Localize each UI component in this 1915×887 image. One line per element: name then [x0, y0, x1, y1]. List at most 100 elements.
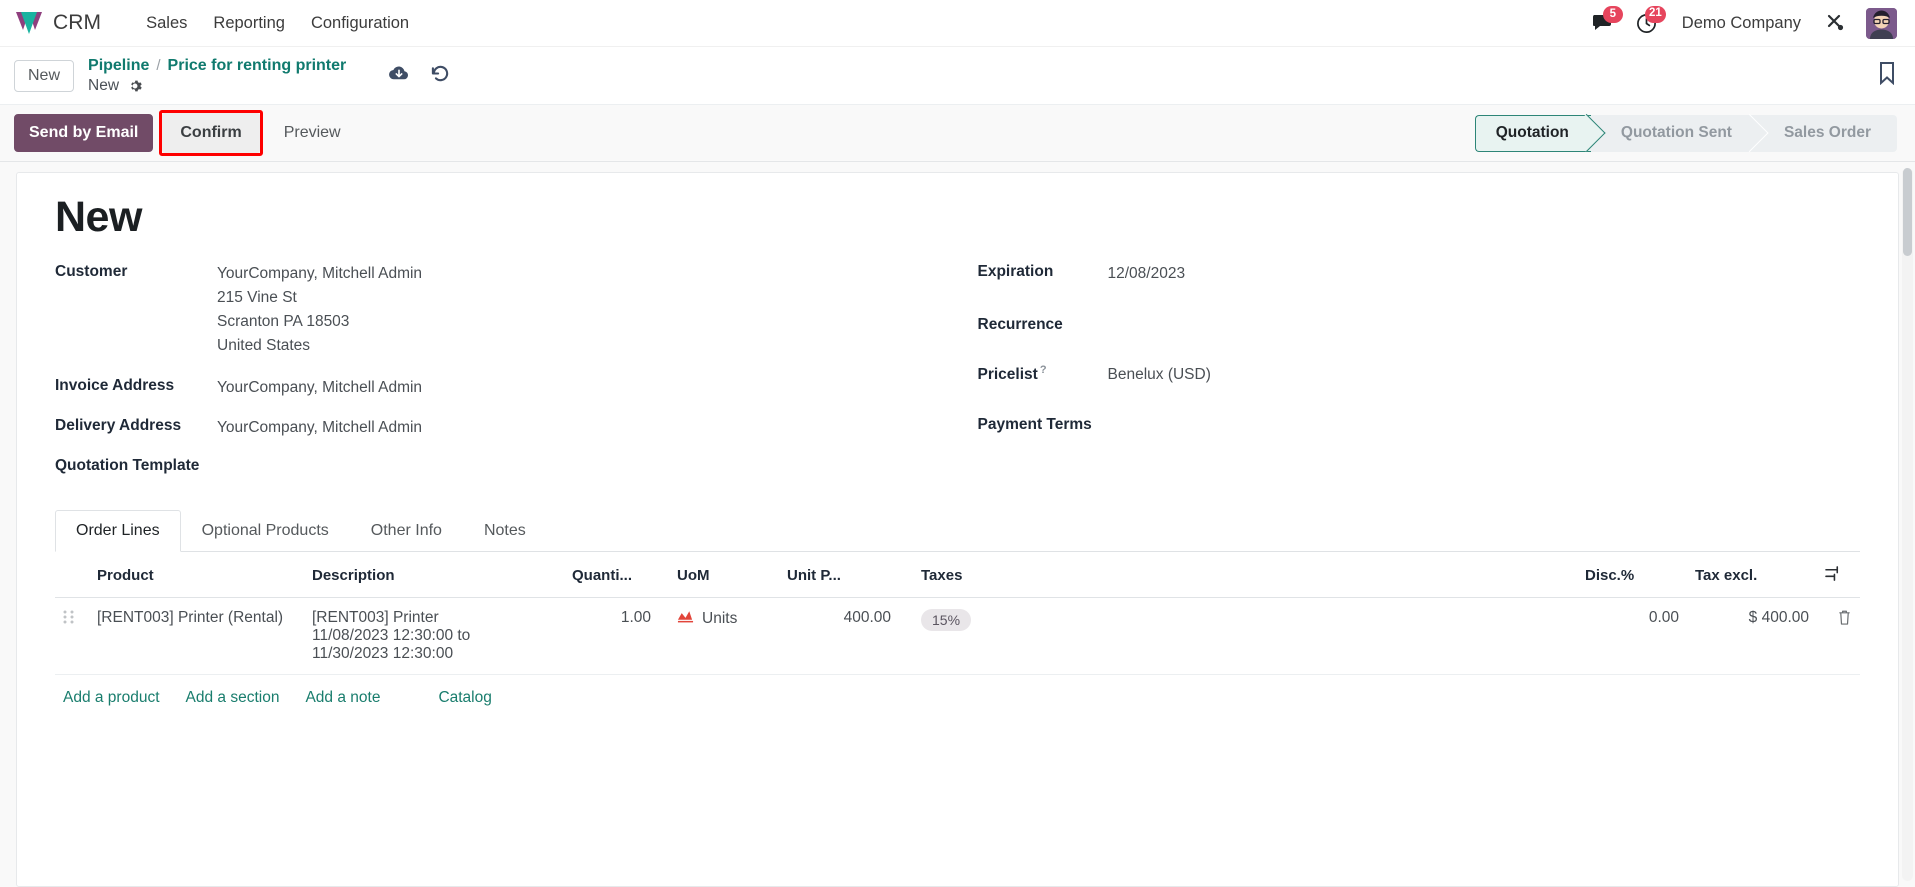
send-by-email-button[interactable]: Send by Email: [14, 114, 154, 152]
field-value-invoice-address[interactable]: YourCompany, Mitchell Admin: [217, 376, 422, 400]
description-line-2: 11/08/2023 12:30:00 to: [312, 627, 471, 645]
tab-other-info[interactable]: Other Info: [350, 510, 463, 552]
record-actions: [388, 64, 451, 88]
column-discount[interactable]: Disc.%: [1577, 552, 1687, 599]
field-customer: Customer YourCompany, Mitchell Admin 215…: [55, 262, 958, 358]
pricelist-help-icon[interactable]: ?: [1040, 364, 1047, 376]
order-lines-table: Product Description Quanti... UoM Unit P…: [55, 552, 1860, 676]
notebook-tabs: Order Lines Optional Products Other Info…: [55, 509, 1860, 553]
catalog-link[interactable]: Catalog: [438, 689, 491, 707]
form-column-left: Customer YourCompany, Mitchell Admin 215…: [55, 262, 958, 487]
app-name[interactable]: CRM: [53, 11, 101, 35]
confirm-button-highlight: Confirm: [159, 110, 263, 156]
add-a-note-link[interactable]: Add a note: [305, 689, 380, 707]
add-a-product-link[interactable]: Add a product: [63, 689, 160, 707]
rental-chart-icon: [677, 609, 694, 628]
gear-icon[interactable]: [128, 79, 142, 93]
description-line-3: 11/30/2023 12:30:00: [312, 645, 454, 663]
field-payment-terms: Payment Terms: [978, 415, 1861, 434]
cell-unit-price[interactable]: 400.00: [779, 597, 899, 676]
order-lines-body: [RENT003] Printer (Rental) [RENT003] Pri…: [55, 597, 1860, 676]
form-column-right: Expiration 12/08/2023 Recurrence Priceli…: [958, 262, 1861, 487]
drag-handle-icon[interactable]: [63, 610, 74, 629]
clock-activities-icon[interactable]: 21: [1625, 5, 1668, 38]
menu-reporting[interactable]: Reporting: [200, 8, 298, 39]
cell-delete: [1817, 597, 1860, 676]
table-row[interactable]: [RENT003] Printer (Rental) [RENT003] Pri…: [55, 597, 1860, 676]
order-lines-add-links: Add a product Add a section Add a note C…: [55, 675, 1860, 721]
debug-tools-icon[interactable]: [1815, 9, 1857, 37]
preview-button[interactable]: Preview: [269, 114, 356, 151]
new-record-button[interactable]: New: [14, 59, 75, 92]
odoo-logo-icon[interactable]: [14, 10, 44, 36]
column-options: [1817, 552, 1860, 599]
column-quantity[interactable]: Quanti...: [564, 552, 659, 599]
column-uom[interactable]: UoM: [659, 552, 779, 599]
order-lines-header: Product Description Quanti... UoM Unit P…: [55, 552, 1860, 599]
status-quotation-sent[interactable]: Quotation Sent: [1590, 114, 1754, 152]
tab-optional-products[interactable]: Optional Products: [181, 510, 350, 552]
field-label-customer: Customer: [55, 263, 128, 281]
user-avatar[interactable]: [1866, 7, 1897, 39]
status-sales-order[interactable]: Sales Order: [1753, 114, 1897, 152]
vertical-scrollbar[interactable]: [1902, 168, 1913, 881]
column-unit-price[interactable]: Unit P...: [779, 552, 899, 599]
column-options-icon[interactable]: [1825, 566, 1842, 585]
field-value-customer[interactable]: YourCompany, Mitchell Admin 215 Vine St …: [217, 262, 422, 358]
field-value-expiration[interactable]: 12/08/2023: [1108, 262, 1186, 286]
status-quotation[interactable]: Quotation: [1474, 114, 1591, 152]
confirm-button[interactable]: Confirm: [162, 113, 260, 153]
menu-configuration[interactable]: Configuration: [298, 8, 422, 39]
cell-product[interactable]: [RENT003] Printer (Rental): [89, 597, 304, 676]
field-delivery-address: Delivery Address YourCompany, Mitchell A…: [55, 416, 958, 440]
cell-tax-excl: $ 400.00: [1687, 597, 1817, 676]
cell-taxes[interactable]: 15%: [899, 597, 1577, 676]
customer-city: Scranton PA 18503: [217, 313, 350, 331]
top-navbar: CRM Sales Reporting Configuration 5 21 D…: [0, 0, 1915, 47]
breadcrumb: Pipeline / Price for renting printer New: [88, 57, 346, 95]
form-columns: Customer YourCompany, Mitchell Admin 215…: [55, 262, 1860, 487]
description-line-1: [RENT003] Printer: [312, 609, 439, 627]
trash-icon[interactable]: [1837, 610, 1852, 630]
company-switcher[interactable]: Demo Company: [1668, 8, 1815, 39]
breadcrumb-path: Pipeline / Price for renting printer: [88, 57, 346, 75]
notebook: Order Lines Optional Products Other Info…: [55, 509, 1860, 721]
scrollbar-thumb[interactable]: [1903, 168, 1912, 256]
cloud-save-icon[interactable]: [388, 64, 410, 87]
breadcrumb-right-group: [1877, 61, 1897, 90]
pricelist-label-text: Pricelist: [977, 366, 1038, 384]
column-description[interactable]: Description: [304, 552, 564, 599]
column-product[interactable]: Product: [89, 552, 304, 599]
customer-name: YourCompany, Mitchell Admin: [217, 265, 423, 283]
uom-label: Units: [702, 609, 738, 627]
column-tax-excl[interactable]: Tax excl.: [1687, 552, 1817, 599]
form-sheet: New Customer YourCompany, Mitchell Admin…: [16, 172, 1899, 887]
column-drag: [55, 552, 89, 599]
add-a-section-link[interactable]: Add a section: [186, 689, 280, 707]
cell-uom[interactable]: Units: [659, 597, 779, 676]
cell-quantity[interactable]: 1.00: [564, 597, 659, 676]
menu-sales[interactable]: Sales: [133, 8, 200, 39]
field-value-delivery-address[interactable]: YourCompany, Mitchell Admin: [217, 416, 422, 440]
customer-street: 215 Vine St: [217, 289, 297, 307]
discard-undo-icon[interactable]: [430, 64, 451, 88]
field-label-expiration: Expiration: [977, 263, 1054, 281]
messages-badge: 5: [1602, 6, 1623, 23]
tab-order-lines[interactable]: Order Lines: [55, 510, 181, 553]
column-taxes[interactable]: Taxes: [899, 552, 1577, 599]
cell-description[interactable]: [RENT003] Printer 11/08/2023 12:30:00 to…: [304, 597, 564, 676]
messages-icon[interactable]: 5: [1581, 6, 1625, 37]
field-value-pricelist[interactable]: Benelux (USD): [1108, 363, 1211, 387]
row-drag-cell: [55, 597, 89, 676]
control-panel: Send by Email Confirm Preview Quotation …: [0, 105, 1915, 162]
tax-badge: 15%: [921, 609, 972, 632]
cell-discount[interactable]: 0.00: [1577, 597, 1687, 676]
field-label-payment-terms: Payment Terms: [977, 416, 1092, 434]
tab-notes[interactable]: Notes: [463, 510, 547, 552]
breadcrumb-item-pipeline[interactable]: Pipeline: [88, 57, 149, 75]
breadcrumb-item-current[interactable]: Price for renting printer: [168, 57, 347, 75]
field-invoice-address: Invoice Address YourCompany, Mitchell Ad…: [55, 376, 958, 400]
field-expiration: Expiration 12/08/2023: [978, 262, 1861, 286]
uom-wrapper: Units: [677, 609, 771, 628]
bookmark-icon[interactable]: [1877, 61, 1897, 90]
